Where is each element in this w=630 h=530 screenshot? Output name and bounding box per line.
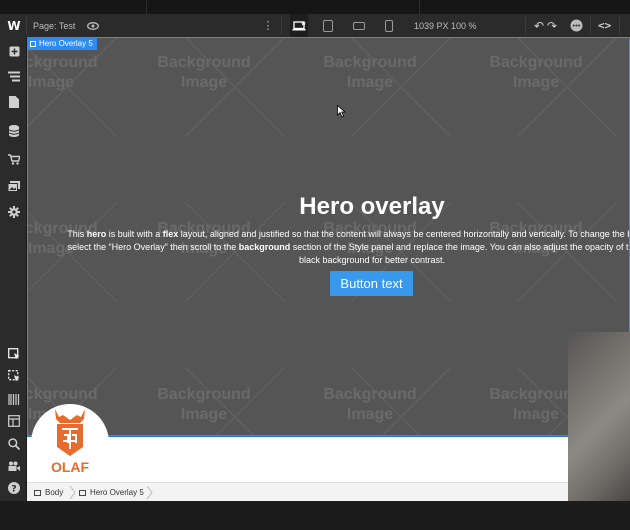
- hero-button[interactable]: Button text: [330, 271, 413, 296]
- hero-paragraph[interactable]: This hero is built with a flex layout, a…: [57, 228, 630, 267]
- background-image-label: Background Image: [154, 385, 254, 425]
- left-sidebar: ?: [0, 37, 27, 501]
- layout-icon[interactable]: [7, 414, 21, 428]
- settings-icon[interactable]: [7, 205, 21, 219]
- background-image-label: Background Image: [27, 53, 101, 93]
- mobile-landscape-icon[interactable]: [350, 14, 368, 37]
- toolbar-divider: [619, 17, 620, 34]
- more-vertical-icon[interactable]: ⋮: [262, 14, 274, 37]
- placeholder-line: Image: [512, 406, 560, 423]
- top-bar-divider: [146, 0, 147, 14]
- placeholder-line: Background: [157, 54, 251, 71]
- toolbar-divider: [590, 17, 591, 34]
- hero-paragraph-segment: hero: [86, 229, 107, 239]
- ecommerce-icon[interactable]: [7, 152, 21, 166]
- select-icon[interactable]: [7, 347, 21, 361]
- svg-text:?: ?: [11, 484, 16, 494]
- assets-icon[interactable]: [7, 179, 21, 193]
- element-box-icon: [79, 489, 86, 496]
- more-icon[interactable]: [569, 14, 583, 37]
- undo-icon[interactable]: ↶: [534, 14, 544, 37]
- window-top-bar: [0, 0, 630, 14]
- hero-title[interactable]: Hero overlay: [27, 193, 630, 221]
- page-selector[interactable]: Page: Test: [33, 14, 75, 37]
- toolbar-divider: [281, 17, 282, 34]
- hero-paragraph-segment: section of the Style panel and replace t…: [292, 242, 630, 265]
- navigator-icon[interactable]: [7, 69, 21, 83]
- concrete-photo: [568, 332, 630, 501]
- placeholder-line: Image: [346, 74, 394, 91]
- placeholder-line: Background: [323, 54, 417, 71]
- olaf-logo-icon: [55, 409, 85, 456]
- eye-icon[interactable]: [86, 14, 100, 37]
- placeholder-line: Background: [157, 386, 251, 403]
- olaf-logo-text: OLAF: [50, 459, 90, 475]
- placeholder-line: Image: [27, 74, 75, 91]
- chevron-right-icon: [146, 486, 153, 499]
- help-icon[interactable]: ?: [7, 481, 21, 495]
- cursor-icon: [337, 105, 346, 118]
- hero-paragraph-segment: This: [67, 229, 87, 239]
- placeholder-line: Background: [489, 54, 583, 71]
- desktop-icon[interactable]: [290, 14, 308, 37]
- background-image-label: Background Image: [320, 53, 420, 93]
- pages-icon[interactable]: [7, 95, 21, 109]
- placeholder-line: Image: [346, 406, 394, 423]
- breadcrumb-item[interactable]: Body: [34, 483, 63, 502]
- hero-overlay-section[interactable]: Background Image Background Image Backgrou…: [27, 37, 630, 437]
- placeholder-line: Background: [323, 386, 417, 403]
- search-icon[interactable]: [7, 437, 21, 451]
- background-image-label: Background Image: [486, 53, 586, 93]
- element-box-icon: [30, 40, 36, 47]
- breadcrumb-label: Hero Overlay 5: [90, 488, 144, 497]
- breadcrumb-bar: Body Hero Overlay 5: [27, 482, 568, 502]
- zoom-level: 100 %: [451, 20, 477, 31]
- add-icon[interactable]: [7, 44, 21, 58]
- tablet-icon[interactable]: [319, 14, 337, 37]
- canvas-width: 1039 PX: [414, 20, 449, 31]
- hero-paragraph-segment: is built with a: [106, 229, 163, 239]
- designer-toolbar: W Page: Test ⋮ 1039 PX 100 % ↶ ↷ <>: [0, 14, 630, 38]
- webflow-logo[interactable]: W: [4, 14, 24, 37]
- hero-paragraph-segment: flex: [162, 229, 179, 239]
- background-image-label: Background Image: [320, 385, 420, 425]
- select-outline-icon[interactable]: [7, 369, 21, 383]
- cms-icon[interactable]: [7, 124, 21, 138]
- video-icon[interactable]: [7, 459, 21, 473]
- background-image-label: Background Image: [154, 53, 254, 93]
- hero-paragraph-segment: background: [238, 242, 291, 252]
- design-canvas[interactable]: Background Image Background Image Backgrou…: [27, 37, 630, 501]
- breadcrumb-label: Body: [45, 488, 64, 497]
- element-box-icon: [34, 489, 41, 496]
- placeholder-line: Background: [27, 386, 98, 403]
- barcode-icon[interactable]: [7, 392, 21, 406]
- selected-element-name: Hero Overlay 5: [39, 39, 93, 48]
- toolbar-divider: [525, 17, 526, 34]
- top-bar-divider: [419, 0, 420, 14]
- toolbar-divider: [26, 17, 27, 34]
- redo-icon[interactable]: ↷: [547, 14, 557, 37]
- placeholder-line: Image: [180, 74, 228, 91]
- breadcrumb-item[interactable]: Hero Overlay 5: [79, 483, 144, 502]
- placeholder-line: Image: [180, 406, 228, 423]
- placeholder-line: Background: [27, 54, 98, 71]
- chevron-right-icon: [69, 486, 76, 499]
- selected-element-label[interactable]: Hero Overlay 5: [27, 37, 97, 50]
- window-bottom-bar: [0, 501, 630, 530]
- mobile-portrait-icon[interactable]: [380, 14, 398, 37]
- code-icon[interactable]: <>: [598, 14, 611, 37]
- placeholder-line: Image: [512, 74, 560, 91]
